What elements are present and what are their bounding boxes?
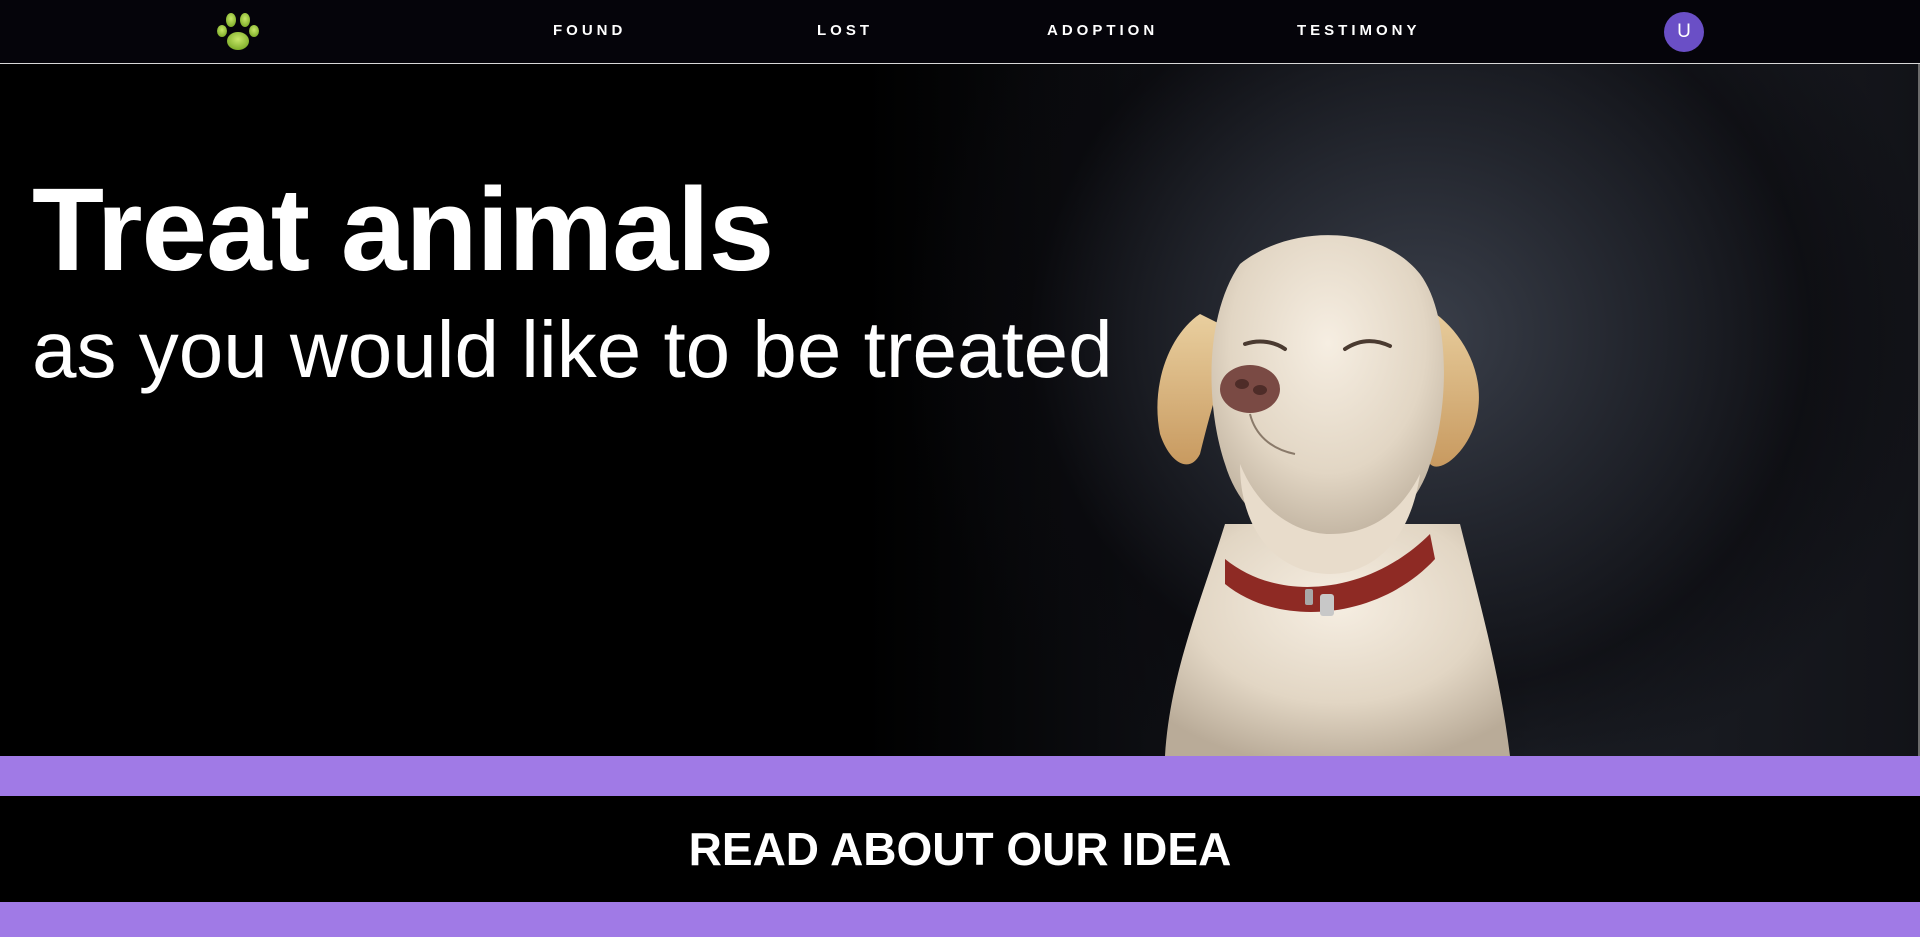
hero-headline: Treat animals [32, 164, 774, 296]
navbar: FOUND LOST ADOPTION TESTIMONY U [0, 0, 1920, 64]
accent-band-top [0, 756, 1920, 796]
user-avatar[interactable]: U [1664, 12, 1704, 52]
nav-link-testimony[interactable]: TESTIMONY [1297, 22, 1421, 39]
idea-section: READ ABOUT OUR IDEA [0, 796, 1920, 902]
read-idea-heading[interactable]: READ ABOUT OUR IDEA [689, 822, 1232, 876]
nav-link-adoption[interactable]: ADOPTION [1047, 22, 1158, 39]
nav-link-found[interactable]: FOUND [553, 22, 626, 39]
hero-banner: Treat animals as you would like to be tr… [0, 64, 1920, 756]
accent-band-bottom [0, 902, 1920, 937]
hero-subline: as you would like to be treated [32, 305, 1113, 394]
paw-logo-icon[interactable] [214, 11, 262, 53]
nav-link-lost[interactable]: LOST [817, 22, 873, 39]
dog-photo [1157, 235, 1510, 756]
